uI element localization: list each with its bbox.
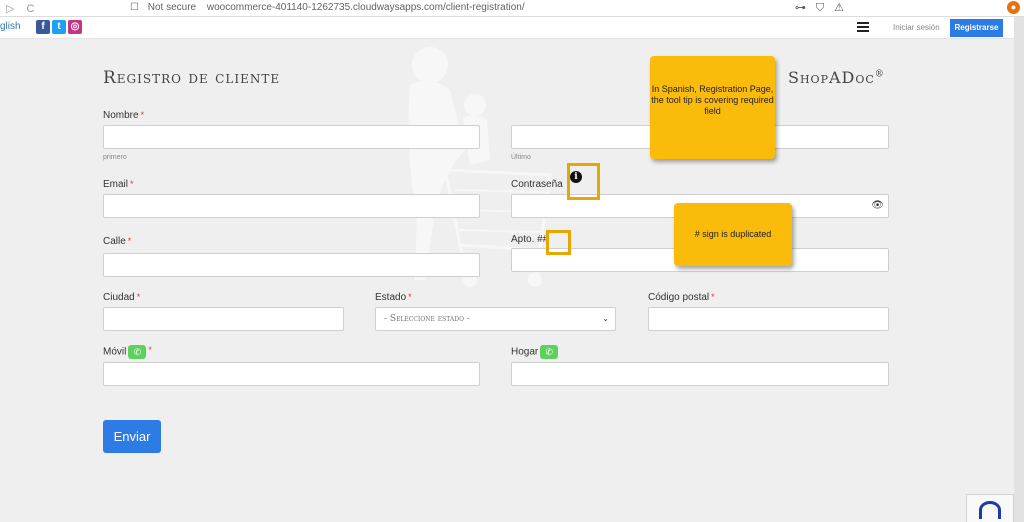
register-button[interactable]: Registrarse [950,19,1003,37]
annotation-note-tooltip: In Spanish, Registration Page, the tool … [650,56,775,159]
twitter-icon[interactable]: t [52,20,66,34]
registration-page: Registro de cliente ShopADoc® Nombre * pr… [0,40,1014,522]
state-select[interactable]: - Seleccione estado - ⌄ [375,307,616,331]
annotation-highlight-tooltip [567,163,600,200]
bookmark-icon[interactable]: ☐ [130,2,139,13]
submit-button[interactable]: Enviar [103,420,161,453]
browser-nav: ▷ C [6,2,46,15]
login-link[interactable]: Iniciar sesión [893,23,940,32]
instagram-icon[interactable]: ◎ [68,20,82,34]
hamburger-menu-icon[interactable] [857,22,869,33]
reload-icon[interactable]: C [26,3,34,15]
forward-icon[interactable]: ▷ [6,3,14,15]
zip-input[interactable] [648,307,889,331]
shield-icon[interactable]: ⛉ [816,2,824,14]
apt-label: Apto. ## [511,234,549,245]
annotation-highlight-hash [546,230,571,255]
home-input[interactable] [511,362,889,386]
address-bar[interactable]: ☐ Not secure woocommerce-401140-1262735.… [130,2,525,13]
key-icon[interactable]: ⊶ [795,2,806,14]
not-secure-label: Not secure [147,2,197,13]
language-link[interactable]: glish [0,21,21,32]
first-name-hint: primero [103,154,127,161]
social-links: f t ◎ [36,20,82,34]
extension-icon[interactable]: ● [1007,1,1020,14]
browser-actions: ⊶ ⛉ ⚠ [785,1,844,15]
phone-icon: ✆ [540,345,559,359]
recaptcha-icon [979,501,1001,519]
site-topbar: glish f t ◎ Iniciar sesión Registrarse [0,17,1024,39]
first-name-input[interactable] [103,125,480,149]
email-field[interactable] [103,194,480,218]
city-label: Ciudad * [103,292,141,303]
brand-logo: ShopADoc® [788,68,885,87]
annotation-note-hash: # sign is duplicated [674,203,792,266]
url-text[interactable]: woocommerce-401140-1262735.cloudwaysapps… [207,2,525,13]
chevron-down-icon: ⌄ [602,314,609,323]
street-label: Calle * [103,236,132,247]
zip-label: Código postal * [648,292,715,303]
page-title: Registro de cliente [103,68,281,88]
eye-icon[interactable]: 👁 [871,200,884,211]
brand-name: ShopADoc [788,68,875,87]
state-selected-value: - Seleccione estado - [384,314,470,324]
scrollbar[interactable] [1014,17,1024,522]
mobile-label: Móvil ✆ * [103,345,152,359]
email-label: Email * [103,179,134,190]
street-input[interactable] [103,253,480,277]
password-label: Contraseña [511,179,563,190]
first-name-label: Nombre * [103,110,145,121]
browser-toolbar: ▷ C ☐ Not secure woocommerce-401140-12627… [0,0,1024,17]
recaptcha-badge[interactable] [966,494,1014,522]
registered-mark: ® [874,69,885,80]
city-input[interactable] [103,307,344,331]
home-label: Hogar ✆ [511,345,559,359]
facebook-icon[interactable]: f [36,20,50,34]
state-label: Estado * [375,292,412,303]
last-name-hint: Último [511,154,531,161]
phone-icon: ✆ [128,345,147,359]
mobile-input[interactable] [103,362,480,386]
warning-icon[interactable]: ⚠ [834,2,844,14]
